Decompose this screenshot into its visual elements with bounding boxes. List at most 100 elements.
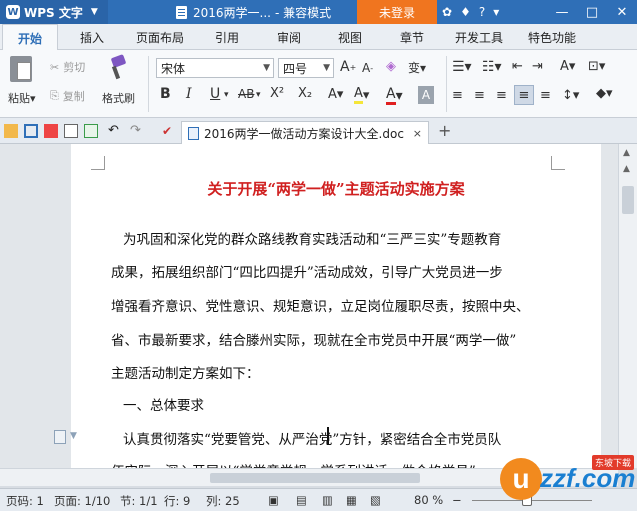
paste-icon[interactable] [10,56,32,82]
align-icon[interactable]: ⊡▾ [588,59,605,74]
vertical-scrollbar[interactable]: ▲ ▲ [618,144,637,468]
close-tab-button[interactable]: × [413,127,422,140]
sort-icon[interactable]: A▾ [560,59,575,74]
indent-icon[interactable]: ⇥ [532,59,543,74]
font-name-select[interactable]: 宋体 ▼ [156,58,274,78]
justify-icon[interactable]: ≡ [514,85,534,105]
italic-button[interactable]: I [186,86,192,102]
paragraph-line: 成果，拓展组织部门“四比四提升”活动成效，引导广大党员进一步 [111,265,503,281]
tab-insert[interactable]: 插入 [80,24,104,50]
char-shading-icon[interactable]: A [418,86,434,104]
bold-button[interactable]: B [160,86,171,102]
ribbon-divider [446,56,447,112]
window-title: 2016两学一... - 兼容模式 [176,0,331,24]
pinyin-button[interactable]: 变▾ [408,59,426,76]
watermark-logo: u [500,458,542,500]
tab-view[interactable]: 视图 [338,24,362,50]
tab-chapter[interactable]: 章节 [400,24,424,50]
clear-format-icon[interactable]: ◈ [386,59,396,74]
paragraph-shading-icon[interactable]: ◆▾ [596,86,613,101]
tab-features[interactable]: 特色功能 [528,24,576,50]
chevron-down-icon[interactable]: ▼ [70,431,77,441]
outdent-icon[interactable]: ⇤ [512,59,523,74]
chevron-up-icon[interactable]: ▲ [623,148,630,158]
tab-developer[interactable]: 开发工具 [455,24,503,50]
skin-icon[interactable]: ✿ [442,5,452,19]
document-tab[interactable]: 2016两学一做活动方案设计大全.doc × [181,121,429,144]
paragraph-menu-icon[interactable] [54,430,66,444]
paragraph-line: 增强看齐意识、党性意识、规矩意识，立足岗位履职尽责，按照中央、 [111,299,530,315]
status-pages[interactable]: 页面: 1/10 [54,493,110,509]
status-section: 节: 1/1 [120,494,158,508]
close-button[interactable]: ✕ [607,0,637,24]
open-folder-icon[interactable] [4,124,18,138]
distributed-align-icon[interactable]: ≡ [540,88,551,103]
copy-icon: ⎘ [50,89,59,102]
new-tab-button[interactable]: + [438,121,451,140]
document-page[interactable]: 关于开展“两学一做”主题活动实施方案 为巩固和深化党的群众路线教育实践活动和“三… [71,144,601,468]
text-effect-icon[interactable]: A▾ [328,87,343,102]
chevron-up-icon[interactable]: ▲ [623,164,630,174]
paste-button[interactable]: 粘贴▾ [8,90,36,106]
shirt-icon[interactable]: ♦ [460,5,471,19]
customize-toolbar-icon[interactable]: ✔ [162,124,176,138]
paragraph-line: 认真贯彻落实“党要管党、从严治党”方针，紧密结合全市党员队 [123,432,502,448]
strikethrough-button[interactable]: AB [238,87,254,101]
reading-view-icon[interactable]: ▧ [370,493,381,507]
document-tab-title: 2016两学一做活动方案设计大全.doc [204,126,404,141]
copy-button[interactable]: ⎘ 复制 [50,88,85,104]
format-painter-icon[interactable] [108,56,128,80]
cut-button[interactable]: ✂ 剪切 [50,59,85,75]
align-center-icon[interactable]: ≡ [474,88,485,103]
align-right-icon[interactable]: ≡ [496,88,507,103]
chevron-down-icon: ▼ [90,7,98,17]
tab-review[interactable]: 审阅 [277,24,301,50]
maximize-button[interactable]: □ [577,0,607,24]
horizontal-scroll-thumb[interactable] [210,473,420,483]
font-color-icon: A [386,86,396,105]
scissors-icon: ✂ [50,60,60,74]
shrink-font-button[interactable]: A- [362,61,373,75]
help-button[interactable]: ? [479,5,485,19]
chevron-down-icon[interactable]: ▾ [256,90,261,100]
format-painter-button[interactable]: 格式刷 [102,90,135,106]
undo-icon[interactable]: ↶ [108,124,122,138]
line-spacing-icon[interactable]: ↕▾ [562,88,579,103]
font-color-button[interactable]: A ▾ [386,86,403,105]
print-preview-icon[interactable] [84,124,98,138]
export-pdf-icon[interactable] [44,124,58,138]
chevron-down-icon[interactable]: ▾ [224,90,229,100]
page-view-icon[interactable]: ▤ [296,493,307,507]
align-left-icon[interactable]: ≡ [452,88,463,103]
grow-font-button[interactable]: A + [340,59,356,75]
redo-icon[interactable]: ↷ [130,124,144,138]
word-doc-icon [188,126,199,140]
app-name: WPS 文字 [24,5,83,20]
highlight-button[interactable]: A ▾ [354,86,369,104]
subscript-button[interactable]: X₂ [298,86,312,101]
superscript-button[interactable]: X² [270,86,284,101]
outline-view-icon[interactable]: ▥ [322,493,333,507]
chevron-down-icon: ▼ [323,63,330,73]
tab-page-layout[interactable]: 页面布局 [136,24,184,50]
window-doc-title: 2016两学一... [193,5,271,20]
zoom-level[interactable]: 80 % [414,493,443,507]
wps-app-menu[interactable]: W WPS 文字 ▼ [0,0,108,24]
web-view-icon[interactable]: ▦ [346,493,357,507]
numbering-icon[interactable]: ☷▾ [482,59,502,75]
document-heading: 关于开展“两学一做”主题活动实施方案 [207,180,465,198]
save-icon[interactable] [24,124,38,138]
scroll-thumb[interactable] [622,186,634,214]
underline-button[interactable]: U [210,86,220,102]
tab-references[interactable]: 引用 [215,24,239,50]
title-bar: W WPS 文字 ▼ 2016两学一... - 兼容模式 未登录 ✿ ♦ ? ▾… [0,0,637,24]
spellcheck-icon[interactable]: ▣ [268,493,279,507]
print-icon[interactable] [64,124,78,138]
login-button[interactable]: 未登录 [357,0,437,24]
tab-home[interactable]: 开始 [2,24,58,51]
font-size-select[interactable]: 四号 ▼ [278,58,334,78]
bullets-icon[interactable]: ☰▾ [452,59,472,75]
zoom-out-button[interactable]: − [452,493,462,507]
minimize-button[interactable]: — [547,0,577,24]
settings-chevron-icon[interactable]: ▾ [493,5,499,19]
